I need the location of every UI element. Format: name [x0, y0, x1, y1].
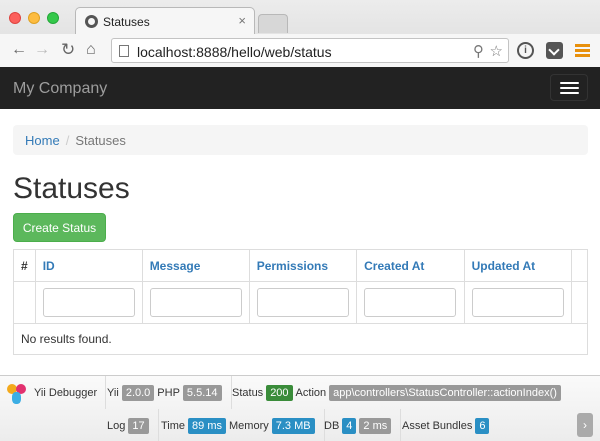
- breadcrumb-current: Statuses: [75, 133, 126, 148]
- sort-created-at-link[interactable]: Created At: [364, 259, 424, 273]
- browser-chrome: Statuses × ← → ↻ ⌂ localhost:8888/hello/…: [0, 0, 600, 67]
- column-header-created-at: Created At: [356, 249, 465, 282]
- page-title: Statuses: [13, 172, 130, 205]
- yii-debug-toolbar: Yii Debugger Yii 2.0.0 PHP 5.5.14 Status…: [0, 375, 600, 441]
- time-badge: 89 ms: [188, 417, 227, 434]
- column-header-serial: #: [13, 249, 36, 282]
- sort-updated-at-link[interactable]: Updated At: [472, 259, 536, 273]
- zoom-window-button[interactable]: [47, 12, 59, 24]
- column-header-updated-at: Updated At: [463, 249, 572, 282]
- close-window-button[interactable]: [9, 12, 21, 24]
- hamburger-menu-button[interactable]: [550, 74, 588, 101]
- hamburger-bar: [560, 82, 579, 84]
- db-queries-badge: 4: [342, 417, 357, 434]
- action-badge: app\controllers\StatusController::action…: [329, 384, 561, 401]
- empty-message: No results found.: [13, 323, 588, 355]
- sort-message-link[interactable]: Message: [150, 259, 201, 273]
- filter-cell: [248, 281, 358, 324]
- yii-label: Yii: [107, 386, 119, 399]
- profiling-block[interactable]: Time 89 ms Memory 7.3 MB: [155, 409, 325, 441]
- filter-cell: [34, 281, 143, 324]
- status-badge: 200: [266, 384, 293, 401]
- db-label: DB: [324, 419, 340, 432]
- php-label: PHP: [157, 386, 180, 399]
- grid-filter-row: [13, 281, 589, 324]
- debugger-home-link[interactable]: Yii Debugger: [6, 376, 107, 409]
- time-label: Time: [161, 419, 186, 432]
- filter-id-input[interactable]: [42, 288, 135, 317]
- status-label: Status: [232, 386, 264, 399]
- home-icon[interactable]: ⌂: [86, 41, 96, 59]
- column-header-actions: [570, 249, 589, 282]
- action-label: Action: [295, 386, 327, 399]
- statuses-grid: # ID Message Permissions Created At Upda…: [13, 249, 589, 355]
- sort-id-link[interactable]: ID: [43, 259, 55, 273]
- db-block[interactable]: DB 4 2 ms: [318, 409, 402, 441]
- filter-permissions-input[interactable]: [256, 288, 349, 317]
- hamburger-bar: [560, 92, 579, 94]
- log-label: Log: [107, 419, 126, 432]
- yii-logo-icon: [6, 382, 28, 404]
- asset-bundles-badge: 6: [475, 417, 490, 434]
- page-icon: [119, 45, 129, 57]
- memory-label: Memory: [229, 419, 269, 432]
- request-block[interactable]: Status 200 Action app\controllers\Status…: [226, 376, 570, 409]
- memory-badge: 7.3 MB: [271, 417, 315, 434]
- reload-icon[interactable]: ↻: [61, 41, 75, 59]
- new-tab-button[interactable]: [258, 14, 288, 33]
- debugger-collapse-icon[interactable]: ›: [577, 413, 593, 437]
- breadcrumb: Home / Statuses: [13, 125, 588, 155]
- breadcrumb-separator: /: [65, 133, 70, 148]
- brand-link[interactable]: My Company: [13, 80, 107, 98]
- debugger-title: Yii Debugger: [34, 386, 98, 399]
- bookmark-star-icon[interactable]: ☆: [490, 42, 503, 60]
- back-arrow-icon[interactable]: ←: [11, 41, 27, 59]
- tab-title: Statuses: [103, 15, 150, 29]
- browser-tab[interactable]: Statuses ×: [75, 7, 255, 34]
- create-status-button[interactable]: Create Status: [13, 213, 106, 242]
- favicon-icon: [85, 15, 98, 28]
- pocket-icon[interactable]: [546, 42, 563, 59]
- filter-cell: [356, 281, 465, 324]
- filter-cell-empty: [13, 281, 36, 324]
- grid-header-row: # ID Message Permissions Created At Upda…: [13, 249, 589, 282]
- log-block[interactable]: Log 17: [101, 409, 159, 441]
- filter-updated-at-input[interactable]: [471, 288, 564, 317]
- column-header-id: ID: [34, 249, 143, 282]
- filter-created-at-input[interactable]: [364, 288, 457, 317]
- column-header-permissions: Permissions: [248, 249, 358, 282]
- browser-toolbar: ← → ↻ ⌂ localhost:8888/hello/web/status …: [0, 34, 600, 67]
- log-count-badge: 17: [128, 417, 149, 434]
- address-bar[interactable]: localhost:8888/hello/web/status ⚲ ☆: [111, 38, 509, 63]
- zoom-icon[interactable]: ⚲: [473, 42, 484, 60]
- url-text[interactable]: localhost:8888/hello/web/status: [137, 44, 332, 60]
- sort-permissions-link[interactable]: Permissions: [257, 259, 328, 273]
- empty-row: No results found.: [13, 323, 588, 355]
- assets-block[interactable]: Asset Bundles 6: [396, 409, 498, 441]
- hamburger-bar: [560, 87, 579, 89]
- breadcrumb-home-link[interactable]: Home: [25, 133, 60, 148]
- minimize-window-button[interactable]: [28, 12, 40, 24]
- extension-info-icon[interactable]: i: [517, 42, 534, 59]
- filter-message-input[interactable]: [149, 288, 242, 317]
- version-block[interactable]: Yii 2.0.0 PHP 5.5.14: [101, 376, 232, 409]
- php-version-badge: 5.5.14: [182, 384, 222, 401]
- forward-arrow-icon[interactable]: →: [34, 41, 50, 59]
- app-navbar: My Company: [0, 67, 600, 109]
- yii-version-badge: 2.0.0: [121, 384, 155, 401]
- asset-bundles-label: Asset Bundles: [402, 419, 473, 432]
- db-time-badge: 2 ms: [359, 417, 392, 434]
- filter-cell: [141, 281, 250, 324]
- column-header-message: Message: [141, 249, 250, 282]
- filter-cell: [463, 281, 572, 324]
- browser-menu-icon[interactable]: [575, 44, 590, 57]
- filter-cell-empty: [570, 281, 589, 324]
- tab-close-icon[interactable]: ×: [238, 13, 246, 28]
